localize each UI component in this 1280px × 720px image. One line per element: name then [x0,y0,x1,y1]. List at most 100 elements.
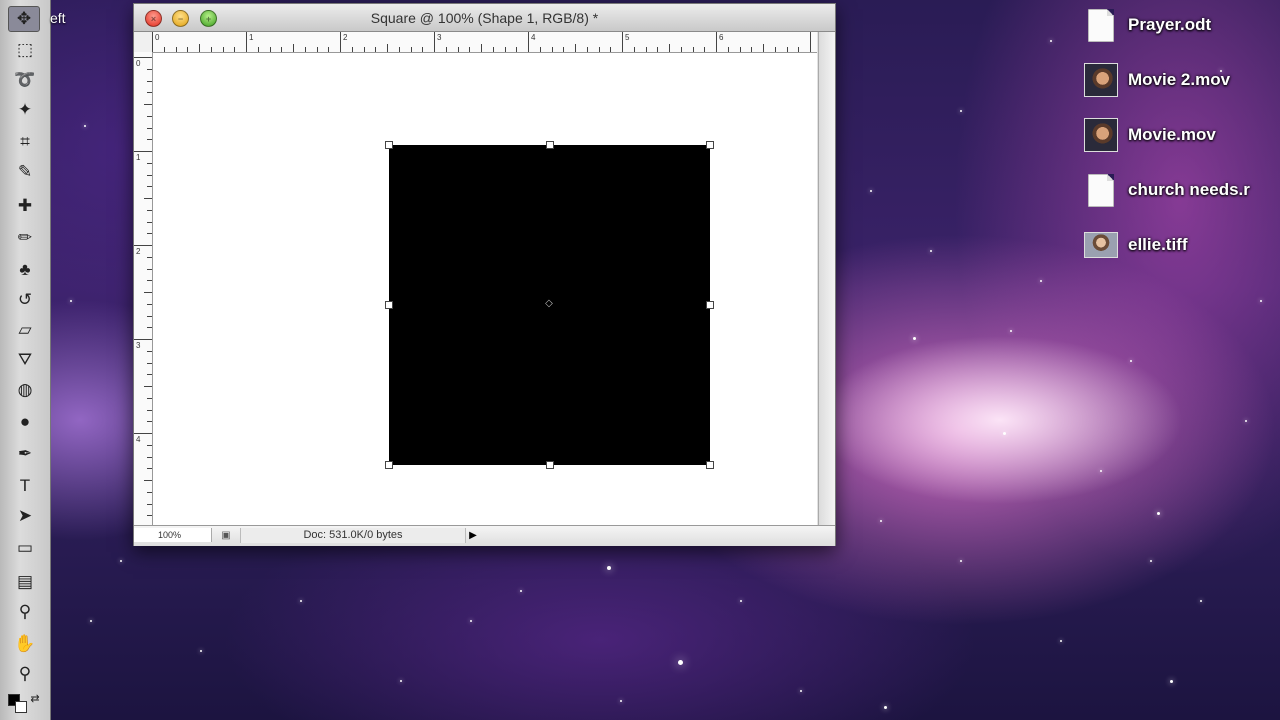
move-tool-icon[interactable]: ✥ [8,6,40,32]
ruler-tick [147,210,152,211]
desktop-item-prayer[interactable]: Prayer.odt [1084,5,1280,45]
ruler-tick [164,47,165,52]
ruler-tick [422,47,423,52]
desktop-item-movie-2[interactable]: Movie 2.mov [1084,60,1280,100]
ruler-tick [657,47,658,52]
star [1060,640,1062,642]
star [120,560,122,562]
vertical-ruler[interactable]: 0 1 2 3 4 [134,52,153,528]
ruler-tick [147,257,152,258]
dodge-tool-icon[interactable]: ● [8,408,42,436]
ruler-tick [144,198,152,199]
star [1130,360,1132,362]
crop-tool-icon[interactable]: ⌗ [8,128,42,156]
ruler-number: 3 [136,341,141,350]
history-brush-tool-icon[interactable]: ↺ [8,286,42,314]
blur-tool-icon[interactable]: ◍ [8,376,42,404]
clone-stamp-tool-icon[interactable]: ♣ [8,256,42,284]
status-menu-arrow-icon[interactable]: ▶ [466,528,480,543]
eyedropper-tool-icon[interactable]: ✎ [8,158,42,186]
transform-handle-bottom-right[interactable] [706,461,714,469]
transform-handle-bottom-left[interactable] [385,461,393,469]
document-icon [1088,8,1114,42]
vertical-scrollbar[interactable] [818,32,835,525]
ruler-origin[interactable] [134,32,153,53]
canvas[interactable]: ◇ [153,53,817,525]
healing-brush-tool-icon[interactable]: ✚ [8,192,42,220]
ruler-tick [152,32,153,52]
ruler-tick [317,47,318,52]
ruler-tick [563,47,564,52]
transform-handle-middle-left[interactable] [385,301,393,309]
ruler-tick [528,32,529,52]
star [620,700,622,702]
star [870,190,872,192]
paint-bucket-tool-icon[interactable]: ⛛ [8,346,42,374]
brush-tool-icon[interactable]: ✏ [8,224,42,252]
magic-wand-tool-icon[interactable]: ✦ [8,96,42,124]
transform-handle-bottom-middle[interactable] [546,461,554,469]
ruler-tick [328,47,329,52]
zoom-tool-icon[interactable]: ⚲ [8,660,42,688]
desktop-item-movie[interactable]: Movie.mov [1084,115,1280,155]
star [678,660,683,665]
ruler-tick [246,32,247,52]
star [1010,330,1012,332]
ruler-tick [147,410,152,411]
notes-tool-icon[interactable]: ▤ [8,568,42,596]
transform-handle-middle-right[interactable] [706,301,714,309]
swap-colors-icon[interactable]: ⇄ [26,690,44,706]
ruler-tick [134,433,152,434]
star [880,520,882,522]
desktop-item-label: Movie.mov [1128,125,1216,144]
ruler-tick [610,47,611,52]
ruler-tick [740,47,741,52]
image-thumbnail-icon [1084,232,1118,258]
ruler-tick [144,104,152,105]
transform-handle-top-right[interactable] [706,141,714,149]
ruler-tick [147,504,152,505]
ruler-tick [147,186,152,187]
ruler-tick [134,151,152,152]
horizontal-ruler[interactable]: 0 1 2 3 4 5 6 [152,32,817,53]
type-tool-icon[interactable]: T [8,472,42,500]
ruler-tick [622,32,623,52]
transform-handle-top-middle[interactable] [546,141,554,149]
lasso-tool-icon[interactable]: ➰ [8,66,42,94]
marquee-tool-icon[interactable]: ⬚ [8,36,42,64]
ruler-tick [587,47,588,52]
pen-tool-icon[interactable]: ✒ [8,440,42,468]
star [1170,680,1173,683]
status-bar: 100% ▣ Doc: 531.0K/0 bytes ▶ [134,525,835,546]
ruler-tick [147,327,152,328]
star [930,250,932,252]
ruler-tick [223,47,224,52]
ruler-tick [147,269,152,270]
window-titlebar[interactable]: × − + Square @ 100% (Shape 1, RGB/8) * [134,4,835,32]
ruler-tick [134,57,152,58]
ruler-tick [810,32,811,52]
eyedropper2-tool-icon[interactable]: ⚲ [8,598,42,626]
desktop-item-church-needs[interactable]: church needs.r [1084,170,1280,210]
zoom-level-field[interactable]: 100% [134,528,212,542]
status-preview-icon[interactable]: ▣ [218,529,234,542]
star [960,110,962,112]
eraser-tool-icon[interactable]: ▱ [8,316,42,344]
star [70,300,72,302]
star [1245,420,1247,422]
ruler-tick [681,47,682,52]
desktop-item-ellie[interactable]: ellie.tiff [1084,225,1280,265]
ruler-number: 1 [136,153,141,162]
ruler-tick [387,44,388,52]
star [607,566,611,570]
path-selection-tool-icon[interactable]: ➤ [8,502,42,530]
ruler-tick [399,47,400,52]
transform-center-icon[interactable]: ◇ [544,299,554,309]
rectangle-shape-tool-icon[interactable]: ▭ [8,534,42,562]
ruler-number: 4 [531,33,536,42]
hand-tool-icon[interactable]: ✋ [8,630,42,658]
ruler-tick [147,468,152,469]
ruler-tick [147,421,152,422]
transform-handle-top-left[interactable] [385,141,393,149]
document-icon [1088,173,1114,207]
